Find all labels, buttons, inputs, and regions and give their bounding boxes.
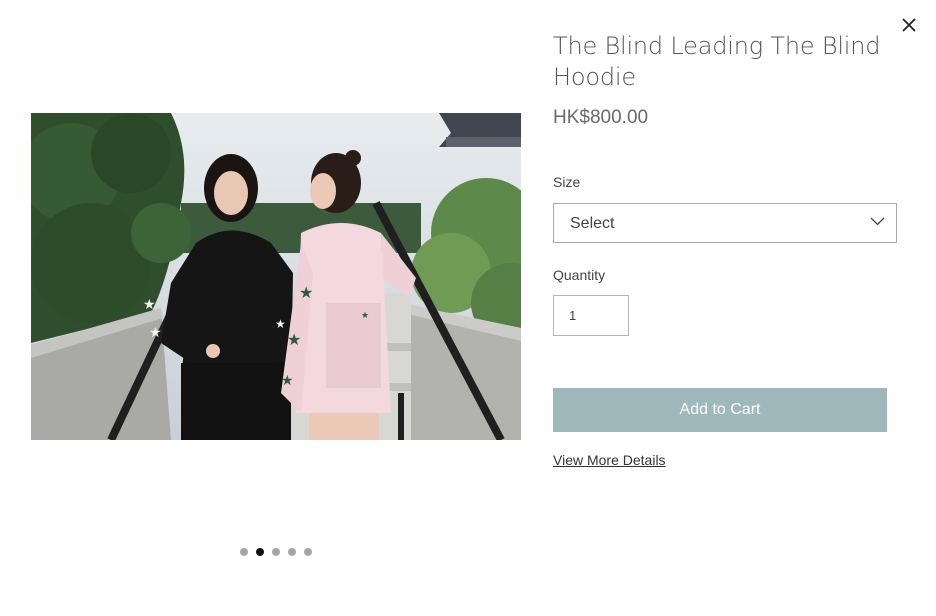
product-title: The Blind Leading The Blind Hoodie: [553, 32, 881, 91]
product-image[interactable]: ★ ★ ★ ★ ★ ★ ★: [31, 113, 521, 440]
add-to-cart-button[interactable]: Add to Cart: [553, 388, 887, 432]
size-label: Size: [553, 174, 581, 190]
quantity-input[interactable]: [553, 295, 629, 336]
close-icon: [902, 18, 916, 32]
gallery-dot[interactable]: [272, 548, 280, 556]
chevron-down-icon: [870, 217, 885, 226]
svg-text:★: ★: [361, 311, 369, 321]
gallery-dot[interactable]: [288, 548, 296, 556]
size-dropdown[interactable]: Select: [553, 203, 897, 243]
size-selected-value: Select: [570, 215, 615, 232]
product-price: HK$800.00: [553, 107, 649, 128]
svg-text:★: ★: [287, 330, 301, 349]
svg-text:★: ★: [275, 317, 286, 331]
gallery-dot[interactable]: [240, 548, 248, 556]
svg-text:★: ★: [299, 283, 313, 302]
svg-text:★: ★: [149, 325, 162, 341]
view-more-details-link[interactable]: View More Details: [553, 452, 666, 468]
svg-text:★: ★: [143, 297, 156, 313]
gallery-pagination: [240, 548, 312, 556]
quantity-label: Quantity: [553, 267, 606, 283]
gallery-dot[interactable]: [256, 548, 264, 556]
svg-text:★: ★: [281, 373, 294, 389]
gallery-dot[interactable]: [304, 548, 312, 556]
